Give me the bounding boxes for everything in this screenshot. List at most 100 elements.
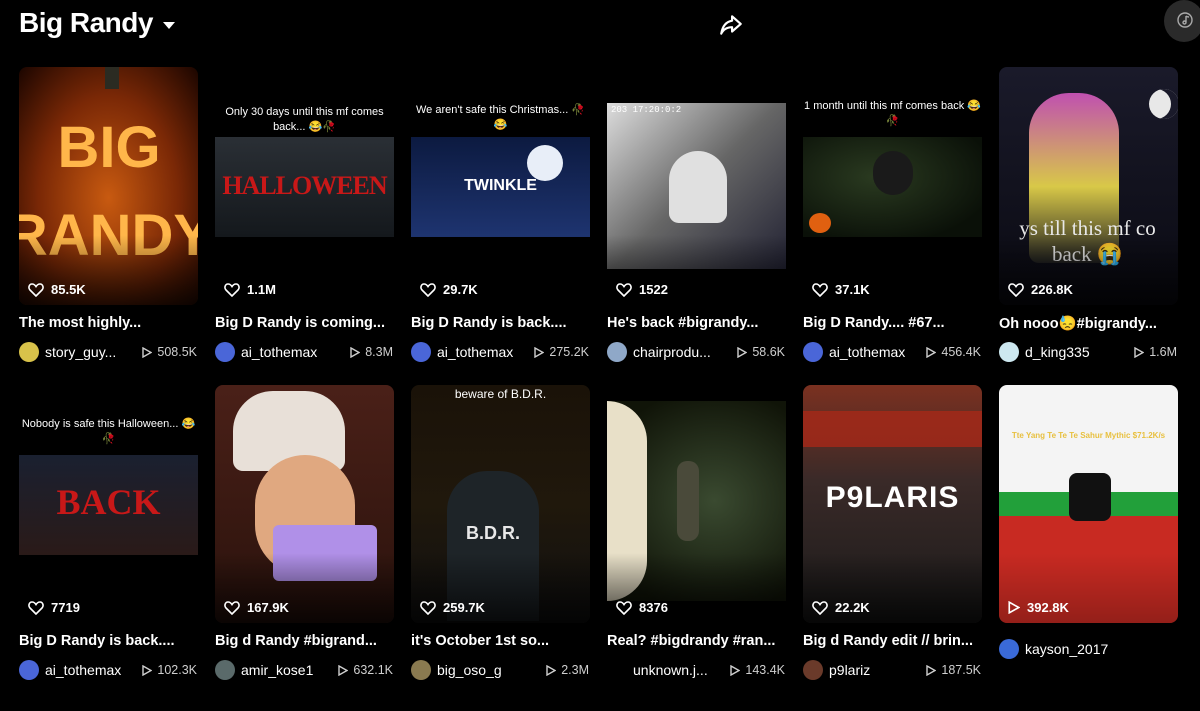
video-caption[interactable]: Big D Randy is back.... <box>19 633 197 649</box>
play-icon <box>1008 601 1020 614</box>
view-count-text: 1.6M <box>1149 345 1177 359</box>
video-thumbnail[interactable]: 1 month until this mf comes back 😂🥀 <box>803 67 982 305</box>
video-meta: ai_tothemax 102.3K <box>19 660 199 680</box>
thumbnail-overlay-text: Tte Yang Te Te Te Sahur Mythic $71.2K/s <box>1011 431 1166 440</box>
username[interactable]: p9lariz <box>829 662 870 678</box>
avatar[interactable] <box>411 660 431 680</box>
play-icon <box>730 664 741 676</box>
view-count-text: 143.4K <box>745 663 785 677</box>
username[interactable]: d_king335 <box>1025 344 1090 360</box>
view-count: 102.3K <box>142 663 197 677</box>
view-count-text: 187.5K <box>941 663 981 677</box>
avatar[interactable] <box>999 342 1019 362</box>
video-meta: p9lariz 187.5K <box>803 660 983 680</box>
video-caption[interactable]: Big D Randy is back.... <box>411 315 589 331</box>
avatar[interactable] <box>803 342 823 362</box>
shirt-text: B.D.R. <box>466 523 520 543</box>
username[interactable]: unknown.j... <box>633 662 708 678</box>
username[interactable]: kayson_2017 <box>1025 641 1108 657</box>
tiktok-note-icon[interactable] <box>1164 0 1200 42</box>
avatar[interactable] <box>607 342 627 362</box>
video-thumbnail[interactable]: beware of B.D.R. B.D.R. <box>411 385 590 623</box>
thumbnail-overlay-text: 1 month until this mf comes back 😂🥀 <box>804 100 981 127</box>
avatar[interactable] <box>215 660 235 680</box>
view-count-text: 102.3K <box>157 663 197 677</box>
play-icon <box>338 664 349 676</box>
like-count-text: 226.8K <box>1031 282 1073 297</box>
video-meta: ai_tothemax 8.3M <box>215 342 395 362</box>
thumbnail-title-text: P9LARIS <box>825 481 960 514</box>
like-count-text: 85.5K <box>51 282 86 297</box>
username[interactable]: amir_kose1 <box>241 662 313 678</box>
heart-icon <box>1008 282 1024 297</box>
svg-text:BIG: BIG <box>57 115 160 180</box>
video-thumbnail[interactable]: 203 17:20:0:2 <box>607 67 786 305</box>
like-count-text: 259.7K <box>443 600 485 615</box>
chevron-down-icon <box>162 21 175 29</box>
like-count: 1.1M <box>224 282 276 297</box>
video-caption[interactable]: Big D Randy is coming... <box>215 315 393 331</box>
like-count: 226.8K <box>1008 282 1073 297</box>
like-count-text: 1.1M <box>247 282 276 297</box>
like-count: 259.7K <box>420 600 485 615</box>
avatar[interactable] <box>411 342 431 362</box>
view-count-text: 456.4K <box>941 345 981 359</box>
video-thumbnail[interactable]: ys till this mf co back 😭 <box>999 67 1178 305</box>
like-count: 22.2K <box>812 600 870 615</box>
video-caption[interactable]: He's back #bigrandy... <box>607 315 785 331</box>
video-caption[interactable]: it's October 1st so... <box>411 633 589 649</box>
video-caption[interactable]: Real? #bigdrandy #ran... <box>607 633 785 649</box>
video-caption[interactable]: Big d Randy #bigrand... <box>215 633 393 649</box>
avatar[interactable] <box>803 660 823 680</box>
heart-icon <box>812 282 828 297</box>
video-meta: big_oso_g 2.3M <box>411 660 591 680</box>
video-thumbnail[interactable]: Nobody is safe this Halloween... 😂🥀 BACK <box>19 385 198 623</box>
collection-title-dropdown[interactable]: Big Randy <box>19 7 175 39</box>
view-count-text: 275.2K <box>549 345 589 359</box>
avatar[interactable] <box>19 342 39 362</box>
view-count: 275.2K <box>534 345 589 359</box>
avatar[interactable] <box>215 342 235 362</box>
like-count-text: 7719 <box>51 600 80 615</box>
like-count: 85.5K <box>28 282 86 297</box>
video-caption[interactable]: Oh nooo😓#bigrandy... <box>999 315 1177 332</box>
view-count-text: 8.3M <box>365 345 393 359</box>
like-count-text: 29.7K <box>443 282 478 297</box>
play-icon <box>546 664 557 676</box>
video-thumbnail[interactable]: We aren't safe this Christmas... 🥀😂 TWIN… <box>411 67 590 305</box>
username[interactable]: chairprodu... <box>633 344 711 360</box>
heart-icon <box>420 600 436 615</box>
avatar[interactable] <box>19 660 39 680</box>
camera-timestamp: 203 17:20:0:2 <box>611 105 682 115</box>
username[interactable]: ai_tothemax <box>437 344 513 360</box>
avatar[interactable] <box>607 660 627 680</box>
video-thumbnail[interactable]: BIG RANDY <box>19 67 198 305</box>
video-thumbnail[interactable]: Tte Yang Te Te Te Sahur Mythic $71.2K/s <box>999 385 1178 623</box>
game-character-image <box>1069 473 1111 521</box>
header: Big Randy <box>0 0 1200 58</box>
username[interactable]: big_oso_g <box>437 662 502 678</box>
video-thumbnail[interactable] <box>607 385 786 623</box>
like-count-text: 37.1K <box>835 282 870 297</box>
share-arrow-icon[interactable] <box>718 12 744 38</box>
thumbnail-overlay-text: We aren't safe this Christmas... 🥀😂 <box>415 104 586 131</box>
video-meta: ai_tothemax 456.4K <box>803 342 983 362</box>
view-count-text: 632.1K <box>353 663 393 677</box>
username[interactable]: story_guy... <box>45 344 116 360</box>
view-count: 2.3M <box>546 663 589 677</box>
avatar[interactable] <box>999 639 1019 659</box>
video-caption[interactable]: Big D Randy.... #67... <box>803 315 981 331</box>
video-thumbnail[interactable]: Only 30 days until this mf comes back...… <box>215 67 394 305</box>
username[interactable]: ai_tothemax <box>241 344 317 360</box>
video-thumbnail[interactable] <box>215 385 394 623</box>
video-meta: amir_kose1 632.1K <box>215 660 395 680</box>
like-count-text: 1522 <box>639 282 668 297</box>
video-thumbnail[interactable]: P9LARIS <box>803 385 982 623</box>
heart-icon <box>616 282 632 297</box>
video-caption[interactable]: Big d Randy edit // brin... <box>803 633 981 649</box>
view-count: 632.1K <box>338 663 393 677</box>
username[interactable]: ai_tothemax <box>45 662 121 678</box>
video-meta: chairprodu... 58.6K <box>607 342 787 362</box>
username[interactable]: ai_tothemax <box>829 344 905 360</box>
video-caption[interactable]: The most highly... <box>19 315 197 331</box>
